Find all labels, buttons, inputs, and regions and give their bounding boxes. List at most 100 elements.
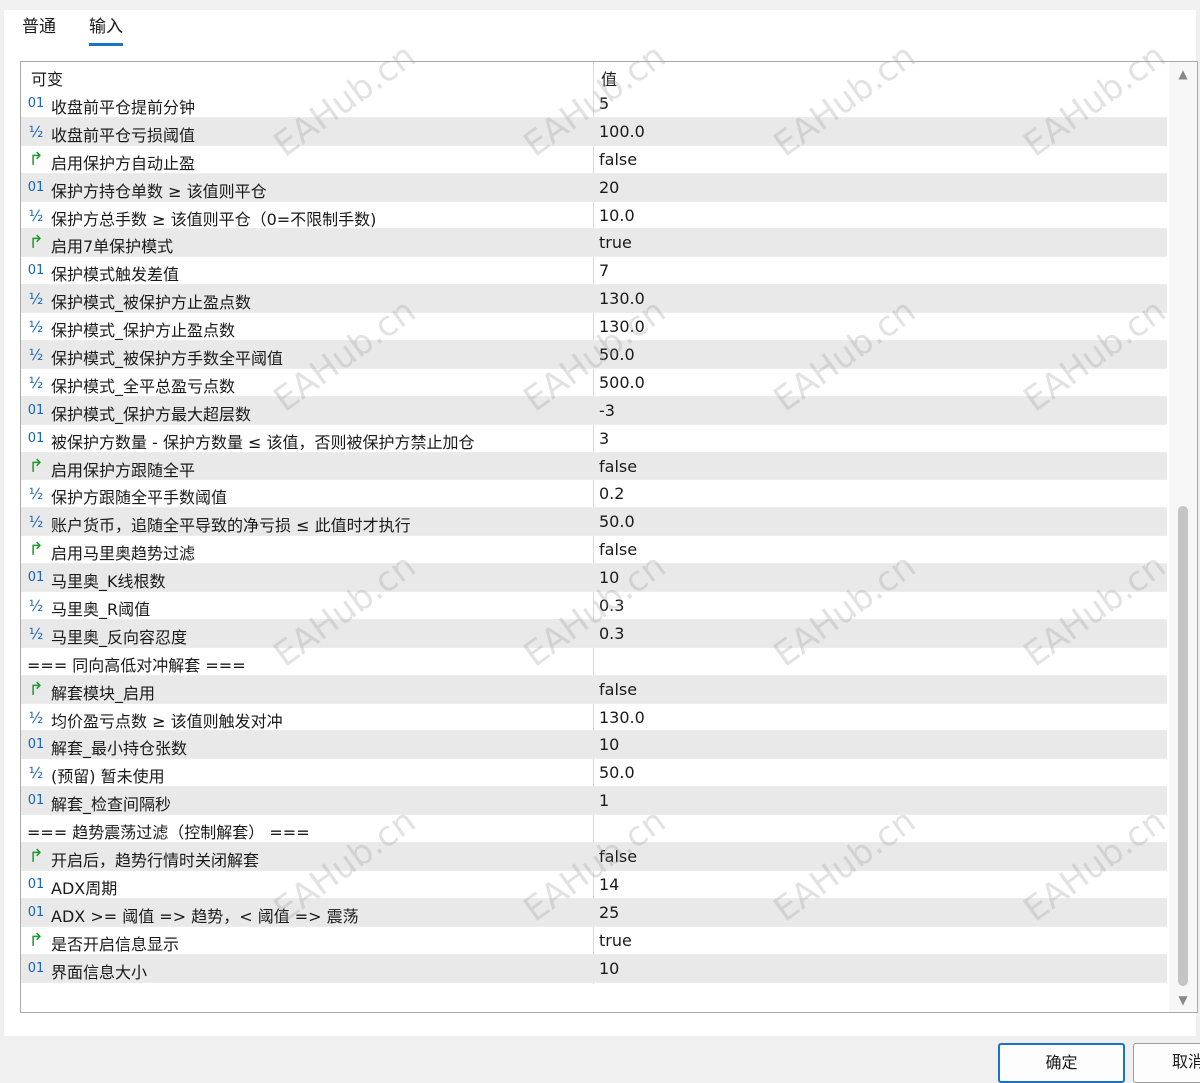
parameter-value[interactable]: false — [599, 150, 637, 169]
double-type-icon: ½ — [28, 373, 44, 392]
parameter-row[interactable]: ½ 保护模式_全平总盈亏点数 500.0 — [21, 369, 1167, 397]
parameter-name: 马里奥_K线根数 — [51, 572, 166, 592]
grid-header: 可变 值 — [21, 62, 1167, 90]
parameter-row[interactable]: 01 解套_检查间隔秒 1 — [21, 787, 1167, 816]
parameter-name: 马里奥_反向容忍度 — [51, 627, 188, 647]
parameter-value[interactable]: 10 — [599, 735, 619, 754]
parameter-name: 开启后，趋势行情时关闭解套 — [51, 851, 260, 871]
parameter-value[interactable]: false — [599, 540, 637, 559]
parameter-name: === 同向高低对冲解套 === — [27, 655, 246, 675]
parameter-row[interactable]: ½ 保护模式_被保护方止盈点数 130.0 — [21, 285, 1167, 314]
parameter-name: 是否开启信息显示 — [51, 934, 180, 954]
parameter-value[interactable]: 10 — [599, 568, 619, 587]
parameter-row[interactable]: ↱ 开启后，趋势行情时关闭解套 false — [21, 843, 1167, 871]
parameter-name: 启用马里奥趋势过滤 — [51, 544, 196, 564]
double-type-icon: ½ — [28, 290, 44, 309]
parameter-row[interactable]: ½ (预留) 暂未使用 50.0 — [21, 759, 1167, 788]
parameter-name: 马里奥_R阈值 — [51, 600, 151, 620]
tab-general[interactable]: 普通 — [22, 16, 56, 46]
parameter-row[interactable]: 01 界面信息大小 10 — [21, 954, 1167, 983]
parameter-value[interactable]: 100.0 — [599, 122, 645, 141]
parameter-row[interactable]: 01 保护方持仓单数 ≥ 该值则平仓 20 — [21, 173, 1167, 202]
parameter-value[interactable]: false — [599, 847, 637, 866]
parameter-row[interactable]: ½ 账户货币，追随全平导致的净亏损 ≤ 此值时才执行 50.0 — [21, 508, 1167, 537]
integer-type-icon: 01 — [27, 96, 45, 111]
parameter-row[interactable]: 01 保护模式触发差值 7 — [21, 257, 1167, 286]
parameter-name: 保护模式_保护方止盈点数 — [51, 321, 236, 341]
parameter-name: 界面信息大小 — [51, 962, 148, 982]
parameter-value[interactable]: 130.0 — [599, 289, 645, 308]
parameter-value[interactable]: 3 — [599, 429, 609, 448]
tab-inputs[interactable]: 输入 — [89, 16, 123, 46]
parameter-value[interactable]: 0.2 — [599, 484, 624, 503]
parameter-row[interactable]: 01 ADX周期 14 — [21, 871, 1167, 899]
parameter-row[interactable]: ½ 保护模式_被保护方手数全平阈值 50.0 — [21, 341, 1167, 369]
parameter-row[interactable]: 01 保护模式_保护方最大超层数 -3 — [21, 396, 1167, 425]
parameter-value[interactable]: 50.0 — [599, 763, 635, 782]
integer-type-icon: 01 — [27, 904, 45, 920]
parameter-value[interactable]: 10.0 — [599, 206, 635, 225]
parameter-value[interactable]: 50.0 — [599, 512, 635, 531]
parameter-name: 保护方持仓单数 ≥ 该值则平仓 — [51, 181, 267, 201]
parameter-row[interactable]: ½ 马里奥_R阈值 0.3 — [21, 592, 1167, 620]
parameter-row[interactable]: ½ 均价盈亏点数 ≥ 该值则触发对冲 130.0 — [21, 704, 1167, 732]
parameter-row[interactable]: ↱ 启用保护方跟随全平 false — [21, 452, 1167, 481]
double-type-icon: ½ — [28, 485, 44, 504]
parameter-row[interactable]: ↱ 解套模块_启用 false — [21, 675, 1167, 704]
parameter-row[interactable]: ↱ 启用保护方自动止盈 false — [21, 146, 1167, 174]
boolean-type-icon: ↱ — [28, 455, 44, 477]
parameter-row[interactable]: ½ 保护模式_保护方止盈点数 130.0 — [21, 313, 1167, 342]
parameter-value[interactable]: 5 — [599, 94, 609, 113]
parameter-value[interactable]: 14 — [599, 875, 619, 894]
parameter-row[interactable]: ↱ 是否开启信息显示 true — [21, 927, 1167, 955]
integer-type-icon: 01 — [27, 570, 45, 586]
parameter-row[interactable]: 01 马里奥_K线根数 10 — [21, 564, 1167, 593]
parameter-value[interactable]: 25 — [599, 903, 619, 922]
scroll-up-arrow-icon[interactable]: ▲ — [1169, 64, 1197, 84]
parameter-row[interactable]: ½ 保护方总手数 ≥ 该值则平仓（0=不限制手数) 10.0 — [21, 202, 1167, 230]
parameter-value[interactable]: 130.0 — [599, 708, 645, 727]
parameter-value[interactable]: 50.0 — [599, 345, 635, 364]
boolean-type-icon: ↱ — [28, 539, 44, 561]
ok-button[interactable]: 确定 — [998, 1043, 1125, 1083]
parameter-value[interactable]: 7 — [599, 261, 609, 280]
parameter-row[interactable]: ½ 保护方跟随全平手数阈值 0.2 — [21, 480, 1167, 509]
parameter-value[interactable]: false — [599, 457, 637, 476]
column-header-value[interactable]: 值 — [601, 66, 617, 90]
parameter-row[interactable]: ½ 马里奥_反向容忍度 0.3 — [21, 619, 1167, 648]
parameter-value[interactable]: 0.3 — [599, 624, 624, 643]
parameter-value[interactable]: 500.0 — [599, 373, 645, 392]
parameter-value[interactable]: 0.3 — [599, 596, 624, 615]
cancel-button[interactable]: 取消 — [1133, 1043, 1200, 1083]
vertical-scrollbar[interactable]: ▲ ▼ — [1169, 62, 1197, 1012]
parameter-row[interactable]: ↱ 启用7单保护模式 true — [21, 229, 1167, 258]
parameter-value[interactable]: true — [599, 931, 632, 950]
parameter-value[interactable]: 1 — [599, 791, 609, 810]
parameter-row[interactable]: 01 被保护方数量 - 保护方数量 ≤ 该值，否则被保护方禁止加仓 3 — [21, 425, 1167, 453]
double-type-icon: ½ — [28, 764, 44, 783]
column-header-variable[interactable]: 可变 — [31, 66, 63, 90]
parameter-name: 解套模块_启用 — [51, 683, 156, 703]
parameter-value[interactable]: 10 — [599, 959, 619, 978]
parameter-value[interactable]: 130.0 — [599, 317, 645, 336]
parameter-value[interactable]: 20 — [599, 178, 619, 197]
scroll-down-arrow-icon[interactable]: ▼ — [1169, 990, 1197, 1010]
boolean-type-icon: ↱ — [28, 678, 44, 700]
parameter-row[interactable]: 01 收盘前平仓提前分钟 5 — [21, 90, 1167, 118]
scrollbar-thumb[interactable] — [1178, 506, 1188, 986]
parameter-value[interactable]: false — [599, 680, 637, 699]
parameter-name: ADX周期 — [51, 878, 118, 898]
parameter-row[interactable]: 01 解套_最小持仓张数 10 — [21, 731, 1167, 760]
parameter-row[interactable]: ½ 收盘前平仓亏损阈值 100.0 — [21, 117, 1167, 146]
double-type-icon: ½ — [28, 318, 44, 337]
double-type-icon: ½ — [28, 122, 44, 141]
parameter-row[interactable]: ↱ 启用马里奥趋势过滤 false — [21, 536, 1167, 565]
parameter-value[interactable]: true — [599, 233, 632, 252]
boolean-type-icon: ↱ — [28, 929, 44, 951]
parameter-value[interactable]: -3 — [599, 401, 615, 420]
parameter-name: 解套_最小持仓张数 — [51, 739, 188, 759]
parameter-row[interactable]: 01 ADX >= 阈值 => 趋势，< 阈值 => 震荡 25 — [21, 898, 1167, 927]
section-header-row[interactable]: === 趋势震荡过滤（控制解套） === — [21, 815, 1167, 844]
section-header-row[interactable]: === 同向高低对冲解套 === — [21, 648, 1167, 676]
integer-type-icon: 01 — [27, 402, 45, 418]
